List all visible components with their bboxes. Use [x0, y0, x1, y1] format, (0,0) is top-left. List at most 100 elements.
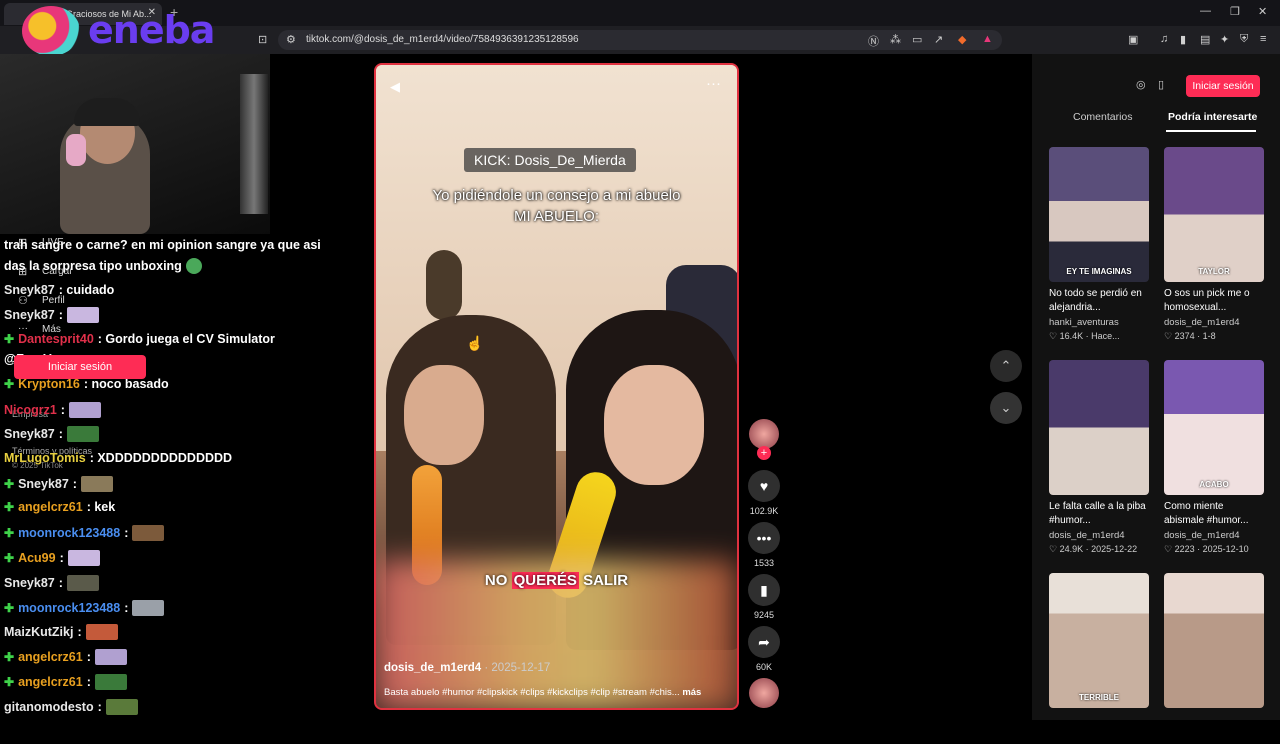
share-count: 60K	[755, 662, 772, 672]
video-thumbnail[interactable]: EY TE IMAGINAS	[1049, 147, 1149, 282]
wallet-icon[interactable]: ▤	[1200, 33, 1210, 46]
site-info-icon[interactable]: ⚙	[286, 33, 296, 46]
chat-username[interactable]: Sneyk87	[18, 477, 69, 491]
card-channel[interactable]: dosis_de_m1erd4	[1164, 530, 1264, 541]
video-thumbnail[interactable]	[1049, 360, 1149, 495]
card-channel[interactable]: hanki_aventuras	[1049, 317, 1149, 328]
chat-username[interactable]: moonrock123488	[18, 526, 120, 540]
author-name[interactable]: dosis_de_m1erd4	[384, 662, 481, 674]
next-video-icon[interactable]: ⌄	[990, 392, 1022, 424]
more-link[interactable]: más	[682, 687, 701, 698]
video-thumbnail[interactable]: TAYLOR	[1164, 147, 1264, 282]
close-window-icon[interactable]: ✕	[1258, 5, 1267, 18]
rewards-icon[interactable]: ▲	[982, 33, 993, 45]
comment-icon[interactable]: •••	[748, 522, 780, 554]
recommended-video-card[interactable]: TAYLOR O sos un pick me o homosexual... do…	[1164, 147, 1264, 342]
chat-username[interactable]: MrLugoTomis	[4, 451, 86, 465]
card-channel[interactable]: dosis_de_m1erd4	[1049, 530, 1149, 541]
cast-icon[interactable]: ▭	[912, 33, 922, 46]
volume-icon[interactable]: ◀	[390, 79, 400, 95]
bookmark-save-icon[interactable]: ▮	[748, 574, 780, 606]
chat-username[interactable]: angelcrz61	[18, 500, 83, 514]
caption-top-line2: MI ABUELO:	[513, 208, 600, 225]
share-action[interactable]: ➦ 60K	[748, 626, 780, 672]
previous-video-icon[interactable]: ⌃	[990, 350, 1022, 382]
recommended-video-card[interactable]: TERRIBLE	[1049, 573, 1149, 744]
card-title[interactable]	[1164, 713, 1264, 741]
like-count: 102.9K	[749, 506, 779, 516]
music-disc-avatar[interactable]	[749, 678, 779, 708]
tab-might-interest[interactable]: Podría interesarte	[1168, 111, 1257, 123]
ai-icon[interactable]: ✦	[1220, 33, 1229, 46]
sub-badge-icon: ✚	[4, 332, 15, 346]
tab-comments[interactable]: Comentarios	[1073, 111, 1133, 123]
coins-icon[interactable]: ◎	[1136, 78, 1146, 91]
creator-avatar[interactable]	[749, 419, 779, 449]
chat-username[interactable]: Sneyk87	[4, 427, 55, 441]
share-arrow-icon[interactable]: ➦	[748, 626, 780, 658]
chat-username[interactable]: Nicogrz1	[4, 403, 57, 417]
chat-username[interactable]: Sneyk87	[4, 308, 55, 322]
mouse-cursor-icon: ☝	[466, 335, 484, 351]
recommended-video-card[interactable]: EY TE IMAGINAS No todo se perdió en aleja…	[1049, 147, 1149, 342]
card-title[interactable]	[1049, 713, 1149, 741]
login-button-sidebar[interactable]: Iniciar sesión	[14, 355, 146, 379]
translate-icon[interactable]: ⁂	[890, 33, 901, 46]
reader-icon[interactable]: Ⓝ	[868, 33, 879, 49]
card-channel[interactable]: dosis_de_m1erd4	[1164, 317, 1264, 328]
card-title[interactable]: Como miente abismale #humor...	[1164, 500, 1264, 528]
chat-text: :	[97, 700, 102, 714]
login-button[interactable]: Iniciar sesión	[1186, 75, 1260, 97]
chat-message: ✚ Acu99:	[4, 550, 100, 566]
chat-username[interactable]: moonrock123488	[18, 601, 120, 615]
sub-badge-icon: ✚	[4, 551, 15, 565]
share-icon[interactable]: ↗	[934, 33, 943, 46]
restore-icon[interactable]: ❐	[1230, 5, 1240, 18]
device-icon[interactable]: ▯	[1158, 78, 1164, 91]
recommended-video-card[interactable]: Le falta calle a la piba #humor... dosis_…	[1049, 360, 1149, 555]
recommended-video-card[interactable]	[1164, 573, 1264, 744]
comment-action[interactable]: ••• 1533	[748, 522, 780, 568]
more-options-icon[interactable]: ···	[706, 75, 721, 92]
card-title[interactable]: O sos un pick me o homosexual...	[1164, 287, 1264, 315]
comment-count: 1533	[753, 558, 775, 568]
chat-message: ✚ moonrock123488:	[4, 600, 165, 616]
recommended-video-card[interactable]: ACABO Como miente abismale #humor... dosis…	[1164, 360, 1264, 555]
chat-text: :	[72, 477, 77, 491]
chat-text: trah sangre o carne? en mi opinion sangr…	[4, 238, 321, 252]
chat-username[interactable]: Sneyk87	[4, 283, 55, 297]
heart-icon[interactable]: ♥	[748, 470, 780, 502]
minimize-icon[interactable]: —	[1200, 5, 1211, 17]
emote-image	[105, 699, 138, 715]
chat-username[interactable]: gitanomodesto	[4, 700, 94, 714]
chat-username[interactable]: MaizKutZikj	[4, 625, 73, 639]
chat-username[interactable]: Krypton16	[18, 377, 80, 391]
video-thumbnail[interactable]	[1164, 573, 1264, 708]
video-author[interactable]: dosis_de_m1erd4 · 2025-12-17	[384, 662, 550, 674]
chat-username[interactable]: Acu99	[18, 551, 56, 565]
panel-icon[interactable]: ▮	[1180, 33, 1186, 46]
follow-plus-icon[interactable]: +	[757, 446, 771, 460]
like-action[interactable]: ♥ 102.9K	[748, 470, 780, 516]
chat-username[interactable]: angelcrz61	[18, 650, 83, 664]
music-icon[interactable]: ♫	[1160, 33, 1168, 45]
card-title[interactable]: Le falta calle a la piba #humor...	[1049, 500, 1149, 528]
vpn-icon[interactable]: ⛨	[1240, 33, 1248, 46]
sidebar-icon[interactable]: ▣	[1128, 33, 1138, 46]
bookmark-icon[interactable]: ⊡	[258, 33, 267, 46]
emote-image	[85, 624, 118, 640]
menu-icon[interactable]: ≡	[1260, 33, 1266, 45]
card-title[interactable]: No todo se perdió en alejandria...	[1049, 287, 1149, 315]
emote-image	[66, 426, 99, 442]
chat-username[interactable]: angelcrz61	[18, 675, 83, 689]
chat-text: :	[59, 551, 64, 565]
shield-icon[interactable]: ◆	[958, 33, 966, 46]
chat-username[interactable]: Sneyk87	[4, 576, 55, 590]
caption-top: Yo pidiéndole un consejo a mi abuelo MI …	[376, 185, 737, 227]
save-action[interactable]: ▮ 9245	[748, 574, 780, 620]
chat-username[interactable]: Dantesprit40	[18, 332, 94, 346]
video-thumbnail[interactable]: TERRIBLE	[1049, 573, 1149, 708]
video-thumbnail[interactable]: ACABO	[1164, 360, 1264, 495]
kick-watermark: KICK: Dosis_De_Mierda	[464, 148, 636, 172]
video-player[interactable]: ◀ ··· KICK: Dosis_De_Mierda Yo pidiéndol…	[374, 63, 739, 710]
